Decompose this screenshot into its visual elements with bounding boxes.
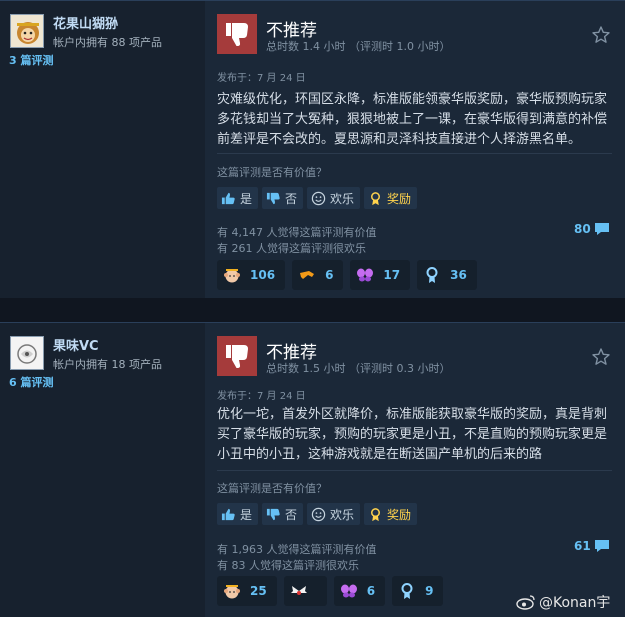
vote-no-button[interactable]: 否 bbox=[262, 503, 304, 525]
medal-award-icon bbox=[401, 583, 413, 599]
review-body: 灾难级优化，环国区永降，标准版能领豪华版奖励，豪华版预购玩家 多花钱却当了大冤种… bbox=[217, 90, 612, 150]
review-count[interactable]: 6 篇评测 bbox=[9, 374, 53, 390]
review-count[interactable]: 3 篇评测 bbox=[9, 52, 53, 68]
weibo-icon bbox=[516, 595, 535, 610]
avatar[interactable] bbox=[10, 336, 44, 370]
smiley-icon bbox=[311, 191, 326, 205]
awards-row: 106 6 17 36 bbox=[217, 260, 477, 290]
posted-date: 发布于：7 月 24 日 bbox=[217, 391, 306, 402]
comment-count: 61 bbox=[574, 539, 591, 553]
wings-award-icon bbox=[290, 586, 307, 595]
funny-count: 有 261 人觉得这篇评测很欢乐 bbox=[217, 242, 366, 255]
award-count: 25 bbox=[250, 584, 267, 598]
thumbs-down-icon bbox=[266, 508, 280, 520]
award-badge[interactable]: 25 bbox=[217, 576, 277, 606]
thumbs-down-icon bbox=[217, 14, 257, 54]
award-badge[interactable]: 36 bbox=[417, 260, 477, 290]
award-badge[interactable]: 9 bbox=[392, 576, 444, 606]
award-count: 106 bbox=[250, 268, 276, 282]
award-count: 17 bbox=[383, 268, 401, 282]
award-button[interactable]: 奖励 bbox=[364, 187, 418, 209]
review-text-line: 优化一坨，首发外区就降价，标准版能获取豪华版的奖励，真是背刺 bbox=[217, 407, 608, 422]
award-badge[interactable]: 6 bbox=[292, 260, 344, 290]
star-icon[interactable] bbox=[591, 25, 611, 45]
award-count: 9 bbox=[425, 584, 434, 598]
avatar[interactable] bbox=[10, 14, 44, 48]
award-badge[interactable]: 106 bbox=[217, 260, 286, 290]
award-badge[interactable] bbox=[283, 576, 327, 606]
vote-yes-button[interactable]: 是 bbox=[217, 503, 259, 525]
vote-yes-label: 是 bbox=[240, 191, 253, 206]
comments-link[interactable]: 61 bbox=[574, 539, 610, 553]
monkey-award-icon bbox=[224, 585, 240, 599]
review-text-line: 多花钱却当了大冤种，狠狠地被上了一课，在豪华版得到满意的补偿 bbox=[217, 112, 608, 127]
award-count: 36 bbox=[450, 268, 467, 282]
comments-link[interactable]: 80 bbox=[574, 222, 610, 236]
vote-funny-label: 欢乐 bbox=[330, 507, 355, 522]
award-label: 奖励 bbox=[387, 191, 412, 206]
review-body: 优化一坨，首发外区就降价，标准版能获取豪华版的奖励，真是背刺 买了豪华版的玩家，… bbox=[217, 405, 612, 465]
helpful-question: 这篇评测是否有价值？ bbox=[217, 482, 327, 495]
review-author-panel: 花果山猢狲 帐户内拥有 88 项产品 3 篇评测 bbox=[0, 1, 205, 299]
divider bbox=[217, 153, 612, 154]
username[interactable]: 花果山猢狲 bbox=[53, 13, 118, 32]
thumbs-down-icon bbox=[217, 336, 257, 376]
award-label: 奖励 bbox=[387, 507, 412, 522]
award-icon bbox=[371, 507, 381, 521]
funny-count: 有 83 人觉得这篇评测很欢乐 bbox=[217, 559, 359, 572]
comment-count: 80 bbox=[574, 222, 591, 236]
award-count: 6 bbox=[325, 268, 334, 282]
award-count: 6 bbox=[366, 584, 376, 598]
vote-buttons: 是 否 欢乐 奖励 bbox=[217, 187, 418, 209]
award-badge[interactable]: 17 bbox=[350, 260, 411, 290]
vote-funny-label: 欢乐 bbox=[330, 191, 355, 206]
vote-funny-button[interactable]: 欢乐 bbox=[307, 187, 361, 209]
vote-funny-button[interactable]: 欢乐 bbox=[307, 503, 361, 525]
vote-buttons: 是 否 欢乐 奖励 bbox=[217, 503, 418, 525]
review-separator bbox=[0, 298, 625, 322]
review-text-line: 买了豪华版的玩家，预购的玩家更是小丑，不是直购的预购玩家更是 bbox=[217, 427, 608, 442]
review-text-line: 小丑中的小丑，这种游戏就是在断送国产单机的后来的路 bbox=[217, 447, 543, 462]
award-badge[interactable]: 6 bbox=[333, 576, 386, 606]
review-text-line: 前差评是不会改的。夏思源和灵泽科技直接进个人择游黑名单。 bbox=[217, 132, 582, 147]
watermark: @Konan宇 bbox=[516, 592, 610, 612]
products-owned[interactable]: 帐户内拥有 18 项产品 bbox=[53, 356, 162, 372]
award-icon bbox=[371, 191, 381, 205]
review-author-panel: 果味VC 帐户内拥有 18 项产品 6 篇评测 bbox=[0, 323, 205, 617]
thumbs-down-icon bbox=[266, 192, 280, 204]
thumbs-up-icon bbox=[221, 192, 235, 204]
vote-no-label: 否 bbox=[285, 507, 298, 522]
watermark-text: @Konan宇 bbox=[539, 595, 611, 611]
helpful-count: 有 1,963 人觉得这篇评测有价值 bbox=[217, 543, 377, 556]
review-card: 花果山猢狲 帐户内拥有 88 项产品 3 篇评测 不推荐 总时数 1.4 小时 … bbox=[0, 0, 625, 299]
hammer-award-icon bbox=[300, 271, 315, 279]
playtime: 总时数 1.5 小时 （评测时 0.3 小时） bbox=[266, 362, 451, 375]
helpful-question: 这篇评测是否有价值？ bbox=[217, 166, 327, 179]
vote-no-button[interactable]: 否 bbox=[262, 187, 304, 209]
medal-award-icon bbox=[426, 267, 438, 283]
playtime: 总时数 1.4 小时 （评测时 1.0 小时） bbox=[266, 40, 451, 53]
vote-yes-label: 是 bbox=[240, 507, 253, 522]
awards-row: 25 6 9 bbox=[217, 576, 444, 606]
username[interactable]: 果味VC bbox=[53, 335, 99, 354]
divider bbox=[217, 470, 612, 471]
thumbs-up-icon bbox=[221, 508, 235, 520]
comment-icon bbox=[594, 540, 609, 552]
monkey-award-icon bbox=[224, 269, 240, 283]
butterfly-award-icon bbox=[340, 584, 357, 598]
products-owned[interactable]: 帐户内拥有 88 项产品 bbox=[53, 34, 162, 50]
smiley-icon bbox=[311, 507, 326, 521]
posted-date: 发布于：7 月 24 日 bbox=[217, 73, 306, 84]
butterfly-award-icon bbox=[357, 268, 374, 282]
review-text-line: 灾难级优化，环国区永降，标准版能领豪华版奖励，豪华版预购玩家 bbox=[217, 92, 608, 107]
vote-no-label: 否 bbox=[285, 191, 298, 206]
award-button[interactable]: 奖励 bbox=[364, 503, 418, 525]
review-card: 果味VC 帐户内拥有 18 项产品 6 篇评测 不推荐 总时数 1.5 小时 （… bbox=[0, 322, 625, 617]
helpful-count: 有 4,147 人觉得这篇评测有价值 bbox=[217, 226, 377, 239]
vote-yes-button[interactable]: 是 bbox=[217, 187, 259, 209]
star-icon[interactable] bbox=[591, 347, 611, 367]
comment-icon bbox=[594, 223, 609, 235]
